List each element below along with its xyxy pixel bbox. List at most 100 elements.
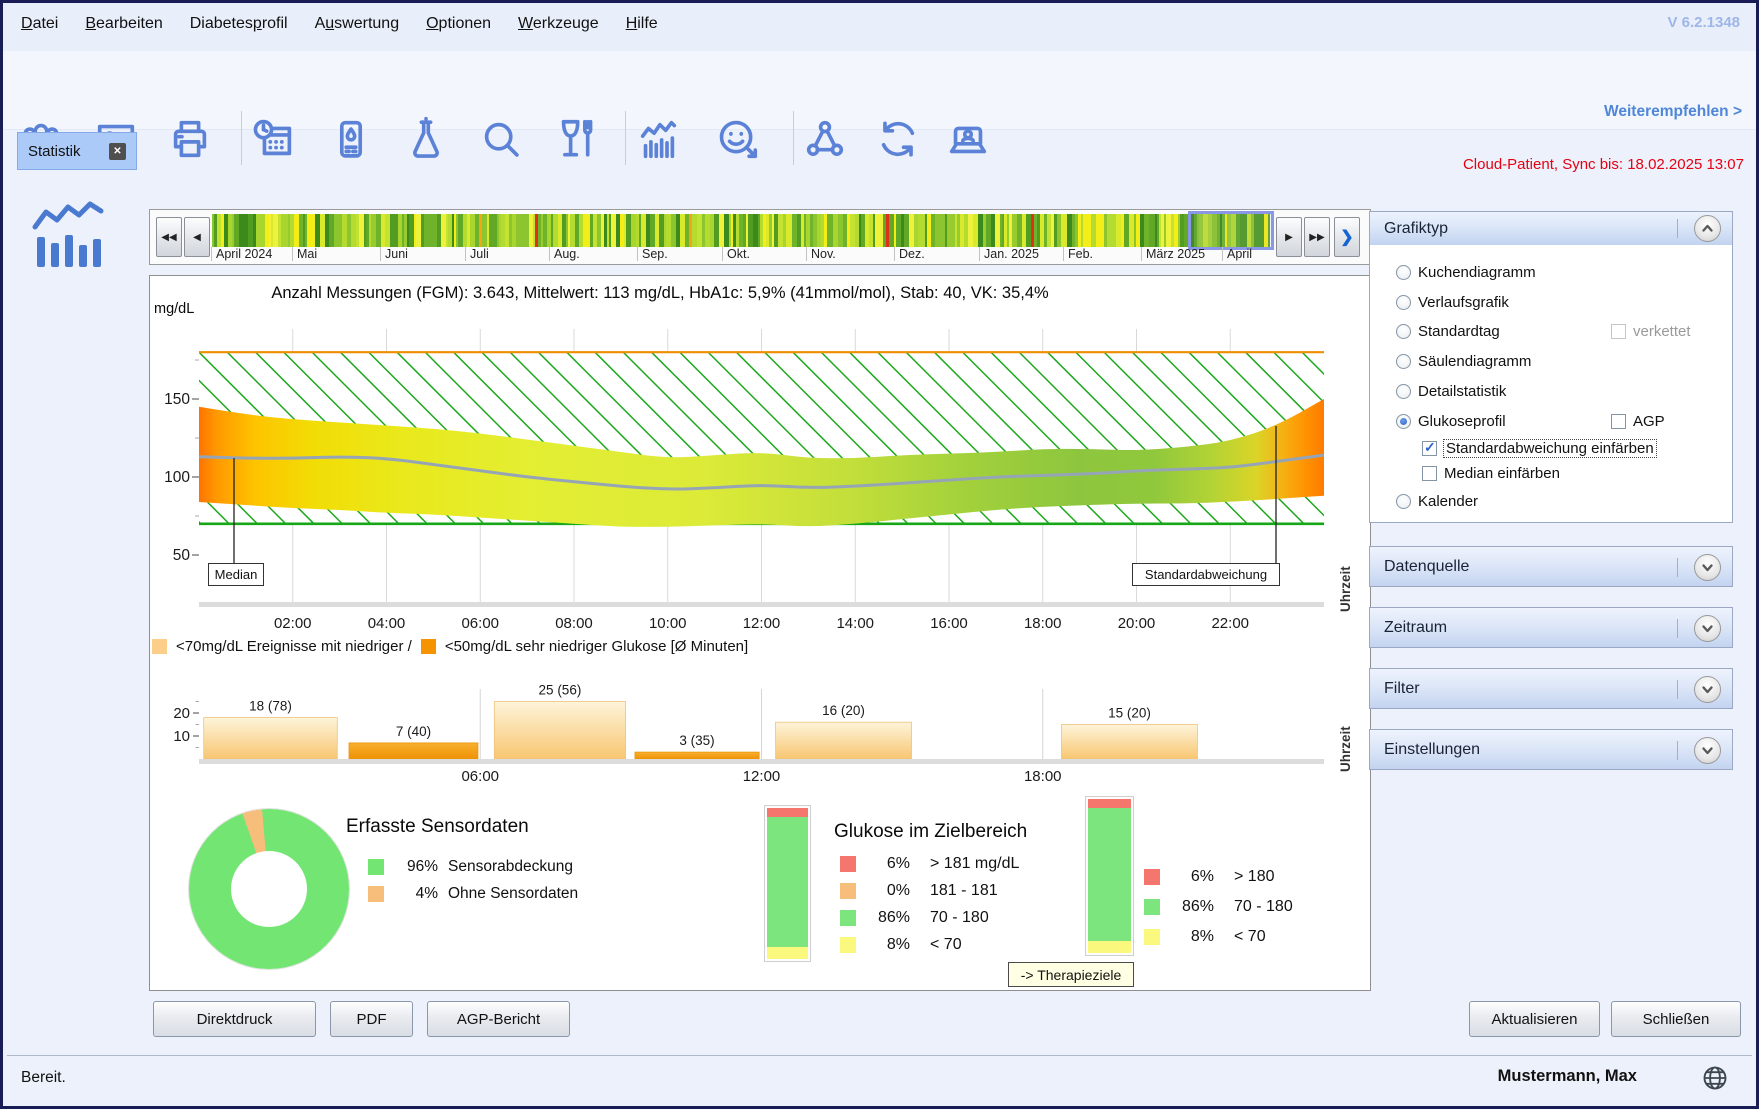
menu-item-werkzeuge[interactable]: Werkzeuge <box>518 15 599 33</box>
menu-item-bearbeiten[interactable]: Bearbeiten <box>85 15 162 33</box>
svg-text:08:00: 08:00 <box>555 615 593 632</box>
chevron-up-icon[interactable] <box>1694 215 1721 242</box>
radio-detailstatistik[interactable]: Detailstatistik <box>1396 380 1506 402</box>
timeline-strip[interactable] <box>212 214 1270 247</box>
printer-icon[interactable] <box>164 113 216 165</box>
radio-kalender[interactable]: Kalender <box>1396 490 1478 512</box>
panel-header-separator <box>1677 558 1678 577</box>
svg-text:06:00: 06:00 <box>461 768 499 785</box>
legend-swatch <box>1144 869 1160 885</box>
chevron-down-icon[interactable] <box>1694 676 1721 703</box>
time-in-range-title: Glukose im Zielbereich <box>834 821 1027 843</box>
therapieziele-link[interactable]: -> Therapieziele <box>1008 962 1134 987</box>
panel-zeitraum[interactable]: Zeitraum <box>1369 607 1733 648</box>
glucose-meter-icon[interactable] <box>325 113 377 165</box>
globe-icon <box>1701 1064 1729 1097</box>
toolbar-separator <box>793 111 794 165</box>
legend-percent: 86% <box>862 909 910 927</box>
schliessen-button[interactable]: Schließen <box>1611 1001 1741 1037</box>
agp-bericht-button[interactable]: AGP-Bericht <box>427 1001 570 1037</box>
svg-text:100: 100 <box>164 469 190 486</box>
svg-text:3 (35): 3 (35) <box>679 733 714 748</box>
timeline-last-button[interactable]: ▶▶ <box>1304 217 1330 257</box>
svg-text:18 (78): 18 (78) <box>249 699 292 714</box>
legend-percent: 4% <box>392 885 438 903</box>
recommend-link[interactable]: Weiterempfehlen > <box>1604 103 1742 121</box>
menu-item-diabetesprofil[interactable]: Diabetesprofil <box>190 15 288 33</box>
tir-segment <box>1088 941 1131 953</box>
panel-grafiktyp-header[interactable]: Grafiktyp <box>1370 212 1732 245</box>
tir-segment <box>767 808 808 817</box>
menu-item-hilfe[interactable]: Hilfe <box>626 15 658 33</box>
panel-header-separator <box>1677 741 1678 760</box>
checkbox-verkettet: verkettet <box>1611 320 1691 342</box>
smiley-export-icon[interactable] <box>712 113 764 165</box>
glass-fork-icon[interactable] <box>550 113 602 165</box>
legend-label: Sensorabdeckung <box>448 858 573 876</box>
panel-einstellungen[interactable]: Einstellungen <box>1369 729 1733 770</box>
radio-verlaufsgrafik[interactable]: Verlaufsgrafik <box>1396 291 1509 313</box>
toolbar-separator <box>241 111 242 165</box>
svg-text:10:00: 10:00 <box>649 615 687 632</box>
radio-standardtag[interactable]: Standardtag <box>1396 320 1500 342</box>
checkbox-label: AGP <box>1633 413 1665 430</box>
clock-calendar-icon[interactable] <box>249 113 301 165</box>
menu-item-datei[interactable]: Datei <box>21 15 58 33</box>
pdf-button[interactable]: PDF <box>330 1001 413 1037</box>
legend-label: > 180 <box>1234 868 1274 886</box>
timeline-forward-button[interactable]: ❯ <box>1334 217 1360 257</box>
legend-percent: 8% <box>1166 928 1214 946</box>
panel-header-separator <box>1677 680 1678 699</box>
checkbox-standardabweichung-einf-rben[interactable]: Standardabweichung einfärben <box>1422 437 1656 459</box>
direktdruck-button[interactable]: Direktdruck <box>153 1001 316 1037</box>
menu-item-auswertung[interactable]: Auswertung <box>315 15 400 33</box>
radio-s-ulendiagramm[interactable]: Säulendiagramm <box>1396 350 1531 372</box>
legend-label: < 70 <box>930 936 962 954</box>
panel-filter[interactable]: Filter <box>1369 668 1733 709</box>
svg-text:50: 50 <box>173 547 191 564</box>
svg-text:02:00: 02:00 <box>274 615 312 632</box>
close-icon[interactable]: ✕ <box>109 143 126 160</box>
legend-swatch <box>840 883 856 899</box>
radio-kuchendiagramm[interactable]: Kuchendiagramm <box>1396 261 1536 283</box>
tab-statistik[interactable]: Statistik ✕ <box>17 132 137 170</box>
median-callout: Median <box>208 563 264 586</box>
chart-panel: Anzahl Messungen (FGM): 3.643, Mittelwer… <box>149 275 1371 991</box>
checkbox-icon <box>1422 466 1437 481</box>
timeline-next-button[interactable]: ▶ <box>1276 217 1302 257</box>
share-nodes-icon[interactable] <box>799 113 851 165</box>
radio-label: Verlaufsgrafik <box>1418 294 1509 311</box>
aktualisieren-button[interactable]: Aktualisieren <box>1469 1001 1600 1037</box>
checkbox-agp[interactable]: AGP <box>1611 410 1665 432</box>
statistics-rail-icon[interactable] <box>31 199 107 276</box>
toolbar-separator <box>625 111 626 165</box>
checkbox-median-einf-rben[interactable]: Median einfärben <box>1422 462 1560 484</box>
chevron-down-icon[interactable] <box>1694 615 1721 642</box>
menu-item-optionen[interactable]: Optionen <box>426 15 491 33</box>
time-in-range-bar-2 <box>1085 796 1134 956</box>
svg-text:20:00: 20:00 <box>1118 615 1156 632</box>
legend-label: 70 - 180 <box>930 909 989 927</box>
statistics-icon[interactable] <box>632 113 684 165</box>
chevron-down-icon[interactable] <box>1694 554 1721 581</box>
tir-segment <box>1088 808 1131 940</box>
telemedicine-icon[interactable] <box>942 113 994 165</box>
radio-glukoseprofil[interactable]: Glukoseprofil <box>1396 410 1506 432</box>
panel-datenquelle[interactable]: Datenquelle <box>1369 546 1733 587</box>
hypo-legend: <70mg/dL Ereignisse mit niedriger / <50m… <box>152 638 748 655</box>
legend-label: > 181 mg/dL <box>930 855 1019 873</box>
menu-bar: Datei Bearbeiten Diabetesprofil Auswertung O… <box>3 3 1756 51</box>
radio-icon <box>1396 384 1411 399</box>
sensor-legend-row: 96%Sensorabdeckung <box>368 853 578 880</box>
tir-segment <box>767 947 808 959</box>
legend-label-very-low: <50mg/dL sehr niedriger Glukose [Ø Minut… <box>445 638 748 655</box>
legend-label: 181 - 181 <box>930 882 998 900</box>
legend-percent: 6% <box>862 855 910 873</box>
sync-icon[interactable] <box>872 113 924 165</box>
chevron-down-icon[interactable] <box>1694 737 1721 764</box>
search-icon[interactable] <box>475 113 527 165</box>
timeline-selection[interactable] <box>1188 211 1274 250</box>
svg-text:150: 150 <box>164 391 190 408</box>
flask-icon[interactable] <box>400 113 452 165</box>
sensor-data-title: Erfasste Sensordaten <box>346 816 529 838</box>
